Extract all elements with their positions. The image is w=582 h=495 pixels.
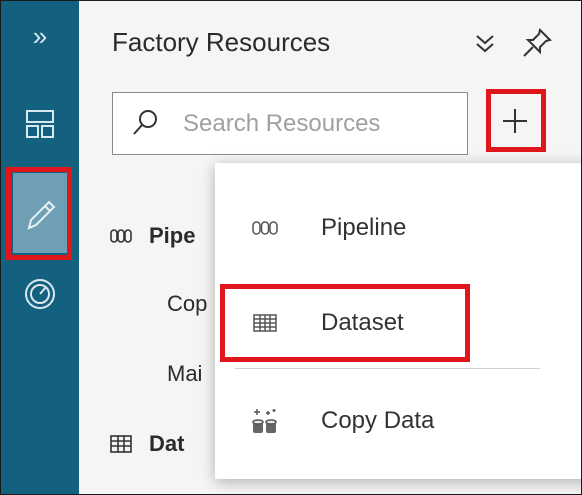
- tree-group-pipelines[interactable]: Pipe: [109, 223, 195, 249]
- tree-item[interactable]: Cop: [167, 291, 207, 317]
- pencil-icon: [27, 200, 56, 230]
- tree-item[interactable]: Mai: [167, 361, 202, 387]
- menu-item-label: Copy Data: [321, 407, 435, 434]
- tree-group-label: Dat: [149, 431, 185, 456]
- gauge-icon: [25, 278, 55, 309]
- pipeline-icon: [252, 221, 278, 235]
- add-resource-button[interactable]: [489, 93, 541, 148]
- table-icon: [110, 435, 132, 453]
- pin-icon[interactable]: [521, 27, 553, 59]
- search-box[interactable]: [112, 92, 468, 155]
- menu-item-label: Dataset: [321, 309, 404, 336]
- search-input[interactable]: [183, 106, 453, 142]
- menu-item-pipeline[interactable]: Pipeline: [215, 208, 581, 248]
- add-resource-menu: Pipeline Dataset Copy Data: [215, 163, 581, 479]
- menu-item-label: Pipeline: [321, 214, 407, 241]
- chevrons-right-icon: »: [32, 20, 48, 51]
- factory-resources-panel: Factory Resources Search Resources Pipe …: [79, 1, 581, 494]
- dashboard-icon: [26, 110, 54, 138]
- plus-icon: [503, 108, 527, 133]
- pipeline-icon: [110, 229, 132, 243]
- window-frame: » Factory Resources Search Resources Pip…: [0, 0, 582, 495]
- rail-monitor-button[interactable]: [1, 266, 79, 321]
- left-rail: »: [1, 1, 79, 494]
- rail-author-button[interactable]: [1, 161, 79, 266]
- menu-item-dataset[interactable]: Dataset: [215, 303, 581, 343]
- menu-divider: [235, 368, 540, 369]
- rail-expand-button[interactable]: »: [1, 11, 79, 61]
- tree-group-label: Pipe: [149, 223, 196, 248]
- copy-data-icon: [252, 409, 277, 433]
- rail-overview-button[interactable]: [1, 96, 79, 152]
- table-icon: [253, 314, 277, 332]
- panel-title: Factory Resources: [112, 27, 331, 57]
- search-icon: [133, 110, 157, 135]
- menu-item-copy-data[interactable]: Copy Data: [215, 401, 581, 441]
- collapse-all-icon[interactable]: [472, 31, 498, 57]
- tree-group-datasets[interactable]: Dat: [109, 431, 184, 457]
